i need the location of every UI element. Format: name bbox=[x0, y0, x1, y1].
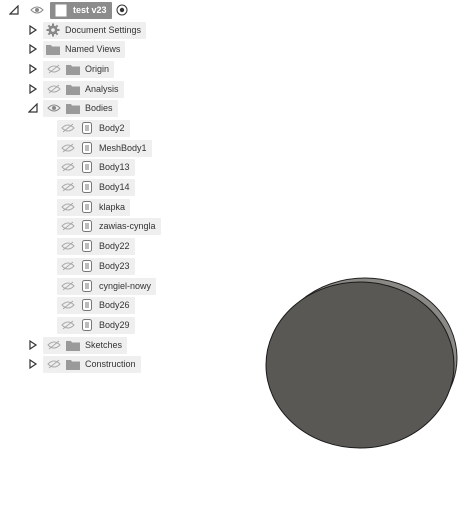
tree-item-label: Bodies bbox=[85, 102, 113, 113]
hidden-eye-icon[interactable] bbox=[59, 298, 77, 312]
folder-icon bbox=[65, 82, 81, 96]
hidden-eye-icon[interactable] bbox=[59, 200, 77, 214]
body-icon bbox=[79, 180, 95, 194]
tree-item-label: Document Settings bbox=[65, 24, 142, 35]
body-item[interactable]: Body13 bbox=[57, 157, 135, 177]
body-label: Body29 bbox=[99, 319, 130, 330]
folder-icon bbox=[65, 338, 81, 352]
visibility-eye-icon[interactable] bbox=[28, 3, 46, 17]
tree-item-label: Sketches bbox=[85, 339, 123, 350]
root-component-chip[interactable]: test v23 bbox=[50, 1, 112, 19]
body-item[interactable]: Body26 bbox=[57, 295, 135, 315]
tree-item-analysis[interactable]: Analysis bbox=[27, 79, 124, 99]
tree-item-sketches[interactable]: Sketches bbox=[27, 335, 128, 355]
expand-triangle-icon[interactable] bbox=[27, 339, 39, 351]
hidden-eye-icon[interactable] bbox=[59, 180, 77, 194]
folder-icon bbox=[65, 62, 81, 76]
expand-triangle-icon[interactable] bbox=[27, 63, 39, 75]
body-item[interactable]: MeshBody1 bbox=[57, 138, 152, 158]
tree-item-origin[interactable]: Origin bbox=[27, 59, 115, 79]
hidden-eye-icon[interactable] bbox=[59, 239, 77, 253]
tree-item-bodies[interactable]: Bodies bbox=[27, 98, 118, 118]
tree-item-label: Construction bbox=[85, 358, 136, 369]
body-label: Body22 bbox=[99, 240, 130, 251]
hidden-eye-icon[interactable] bbox=[59, 121, 77, 135]
collapse-triangle-icon[interactable] bbox=[27, 102, 39, 114]
body-item[interactable]: Body29 bbox=[57, 315, 135, 335]
hidden-eye-icon[interactable] bbox=[59, 318, 77, 332]
document-icon bbox=[55, 4, 67, 17]
hidden-eye-icon[interactable] bbox=[59, 160, 77, 174]
body-item[interactable]: Body14 bbox=[57, 177, 135, 197]
body-label: cyngiel-nowy bbox=[99, 280, 152, 291]
expand-triangle-icon[interactable] bbox=[27, 24, 39, 36]
body-item[interactable]: Body23 bbox=[57, 256, 135, 276]
body-icon bbox=[79, 121, 95, 135]
body-label: Body14 bbox=[99, 181, 130, 192]
hidden-eye-icon[interactable] bbox=[59, 219, 77, 233]
tree-root-row[interactable]: test v23 bbox=[8, 0, 128, 20]
body-icon bbox=[79, 279, 95, 293]
hidden-eye-icon[interactable] bbox=[59, 279, 77, 293]
activate-radio-icon[interactable] bbox=[116, 4, 128, 16]
expand-triangle-icon[interactable] bbox=[27, 83, 39, 95]
folder-icon bbox=[65, 101, 81, 115]
visibility-eye-icon[interactable] bbox=[45, 101, 63, 115]
body-label: MeshBody1 bbox=[99, 142, 147, 153]
tree-item-construction[interactable]: Construction bbox=[27, 354, 141, 374]
body-item[interactable]: Body2 bbox=[57, 118, 130, 138]
hidden-eye-icon[interactable] bbox=[45, 357, 63, 371]
body-icon bbox=[79, 200, 95, 214]
tree-item-named-views[interactable]: Named Views bbox=[27, 39, 126, 59]
body-item[interactable]: cyngiel-nowy bbox=[57, 276, 157, 296]
body-label: klapka bbox=[99, 201, 126, 212]
body-label: Body2 bbox=[99, 122, 125, 133]
body-label: zawias-cyngla bbox=[99, 220, 156, 231]
tree-item-label: Analysis bbox=[85, 83, 119, 94]
tree-item-label: Named Views bbox=[65, 43, 121, 54]
collapse-triangle-icon[interactable] bbox=[8, 4, 20, 16]
hidden-eye-icon[interactable] bbox=[59, 259, 77, 273]
body-item[interactable]: Body22 bbox=[57, 236, 135, 256]
expand-triangle-icon[interactable] bbox=[27, 358, 39, 370]
body-label: Body26 bbox=[99, 299, 130, 310]
gear-icon bbox=[45, 23, 61, 37]
body-icon bbox=[79, 160, 95, 174]
3d-body-disc[interactable] bbox=[258, 275, 464, 460]
folder-icon bbox=[45, 42, 61, 56]
body-label: Body23 bbox=[99, 260, 130, 271]
body-icon bbox=[79, 259, 95, 273]
body-icon bbox=[79, 141, 95, 155]
body-item[interactable]: zawias-cyngla bbox=[57, 216, 161, 236]
hidden-eye-icon[interactable] bbox=[45, 62, 63, 76]
body-icon bbox=[79, 298, 95, 312]
body-item[interactable]: klapka bbox=[57, 197, 131, 217]
root-label: test v23 bbox=[73, 4, 107, 15]
tree-item-label: Origin bbox=[85, 63, 110, 74]
folder-icon bbox=[65, 357, 81, 371]
hidden-eye-icon[interactable] bbox=[45, 338, 63, 352]
body-icon bbox=[79, 219, 95, 233]
hidden-eye-icon[interactable] bbox=[59, 141, 77, 155]
tree-item-document-settings[interactable]: Document Settings bbox=[27, 20, 147, 40]
body-icon bbox=[79, 239, 95, 253]
hidden-eye-icon[interactable] bbox=[45, 82, 63, 96]
body-label: Body13 bbox=[99, 161, 130, 172]
expand-triangle-icon[interactable] bbox=[27, 43, 39, 55]
body-icon bbox=[79, 318, 95, 332]
